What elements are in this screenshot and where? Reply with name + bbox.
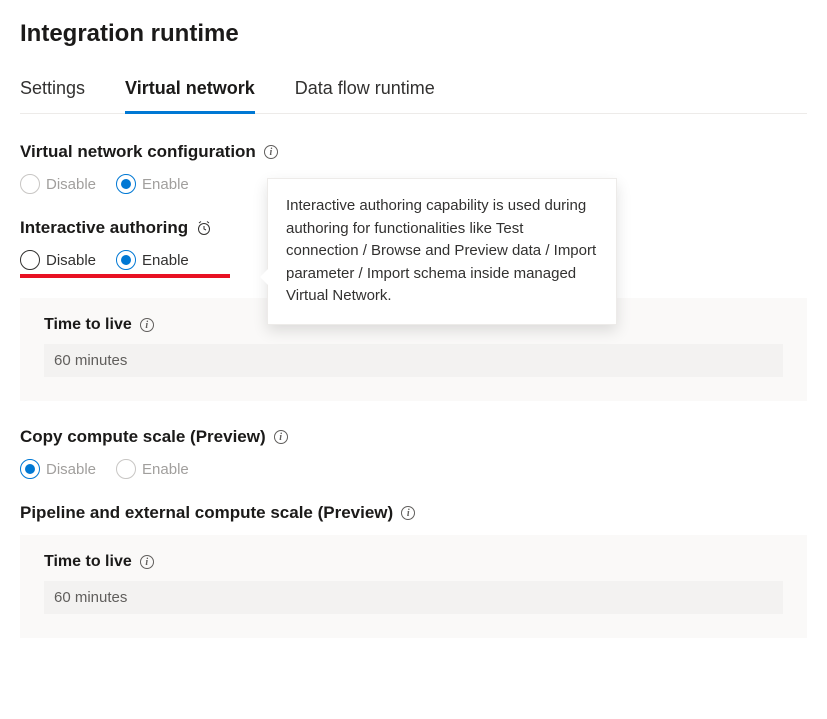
copy-compute-disable[interactable]: Disable (20, 459, 96, 479)
radio-circle-icon (20, 459, 40, 479)
info-icon[interactable]: i (401, 506, 415, 520)
vnet-config-disable-label: Disable (46, 176, 96, 193)
copy-compute-disable-label: Disable (46, 461, 96, 478)
interactive-authoring-enable-label: Enable (142, 252, 189, 269)
info-icon[interactable]: i (264, 145, 278, 159)
ttl1-input[interactable] (44, 344, 783, 377)
ttl2-input[interactable] (44, 581, 783, 614)
info-icon[interactable]: i (140, 555, 154, 569)
vnet-config-label-text: Virtual network configuration (20, 142, 256, 162)
highlight-underline (20, 274, 230, 278)
pipeline-compute-label: Pipeline and external compute scale (Pre… (20, 503, 807, 523)
interactive-authoring-enable[interactable]: Enable (116, 250, 189, 270)
radio-circle-icon (116, 250, 136, 270)
page-title: Integration runtime (20, 20, 807, 48)
vnet-config-enable[interactable]: Enable (116, 174, 189, 194)
radio-circle-icon (20, 250, 40, 270)
ttl2-label-text: Time to live (44, 553, 132, 571)
ttl2-label: Time to live i (44, 553, 783, 571)
tab-settings[interactable]: Settings (20, 78, 85, 114)
copy-compute-enable[interactable]: Enable (116, 459, 189, 479)
copy-compute-label: Copy compute scale (Preview) i (20, 427, 807, 447)
radio-circle-icon (116, 459, 136, 479)
ttl1-label-text: Time to live (44, 316, 132, 334)
interactive-authoring-disable[interactable]: Disable (20, 250, 96, 270)
info-icon[interactable]: i (274, 430, 288, 444)
tab-data-flow-runtime[interactable]: Data flow runtime (295, 78, 435, 114)
tab-virtual-network[interactable]: Virtual network (125, 78, 255, 114)
radio-circle-icon (20, 174, 40, 194)
radio-circle-icon (116, 174, 136, 194)
copy-compute-label-text: Copy compute scale (Preview) (20, 427, 266, 447)
pipeline-compute-label-text: Pipeline and external compute scale (Pre… (20, 503, 393, 523)
vnet-config-label: Virtual network configuration i (20, 142, 807, 162)
copy-compute-radio-group: Disable Enable (20, 459, 807, 479)
vnet-config-enable-label: Enable (142, 176, 189, 193)
tabs: Settings Virtual network Data flow runti… (20, 78, 807, 114)
ttl-panel-2: Time to live i (20, 535, 807, 638)
copy-compute-enable-label: Enable (142, 461, 189, 478)
interactive-authoring-disable-label: Disable (46, 252, 96, 269)
vnet-config-disable[interactable]: Disable (20, 174, 96, 194)
interactive-authoring-tooltip: Interactive authoring capability is used… (267, 178, 617, 325)
info-icon[interactable]: i (140, 318, 154, 332)
interactive-authoring-label-text: Interactive authoring (20, 218, 188, 238)
clock-icon[interactable] (196, 220, 212, 236)
